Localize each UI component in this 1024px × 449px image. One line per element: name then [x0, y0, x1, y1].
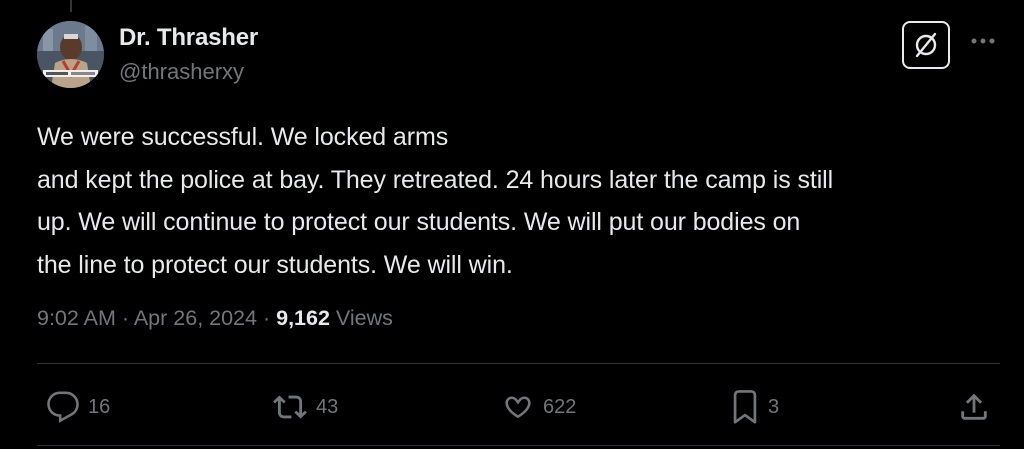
tweet-text-line: and kept the police at bay. They retreat…	[37, 165, 834, 194]
tweet-text: We were successful. We locked arms and k…	[37, 116, 1012, 286]
reply-button[interactable]: 16	[46, 390, 110, 424]
author-display-name[interactable]: Dr. Thrasher	[119, 24, 258, 52]
tweet-date[interactable]: Apr 26, 2024	[134, 306, 257, 330]
repost-icon	[272, 390, 308, 424]
divider	[37, 363, 1000, 364]
bookmark-icon	[730, 390, 760, 424]
grok-button[interactable]	[902, 21, 950, 69]
divider	[37, 445, 1000, 446]
thread-connector-line	[70, 0, 72, 12]
views-label[interactable]: Views	[336, 306, 393, 330]
tweet-text-line: the line to protect our students. We wil…	[37, 250, 513, 279]
repost-button[interactable]: 43	[272, 390, 338, 424]
bookmark-count: 3	[768, 395, 780, 418]
more-options-button[interactable]	[968, 26, 998, 56]
more-dots-icon	[970, 37, 996, 45]
bookmark-button[interactable]: 3	[730, 390, 779, 424]
meta-separator: ·	[262, 306, 271, 330]
tweet-text-line: We were successful. We locked arms	[37, 123, 449, 151]
author-handle[interactable]: @thrasherxy	[119, 59, 244, 85]
tweet-meta: 9:02 AM · Apr 26, 2024 · 9,162 Views	[37, 306, 393, 331]
avatar[interactable]	[37, 21, 104, 88]
heart-icon	[501, 390, 535, 424]
tweet-text-line: up. We will continue to protect our stud…	[37, 208, 801, 236]
views-count[interactable]: 9,162	[276, 306, 330, 330]
meta-separator: ·	[121, 306, 130, 330]
like-count: 622	[543, 395, 577, 418]
share-icon	[957, 390, 991, 424]
repost-count: 43	[316, 395, 339, 418]
tweet-time[interactable]: 9:02 AM	[37, 306, 116, 330]
reply-icon	[46, 390, 80, 424]
like-button[interactable]: 622	[501, 390, 576, 424]
reply-count: 16	[88, 395, 111, 418]
grok-icon	[912, 31, 940, 59]
share-button[interactable]	[957, 390, 991, 424]
tweet-card: Dr. Thrasher @thrasherxy We were success…	[0, 0, 1024, 449]
